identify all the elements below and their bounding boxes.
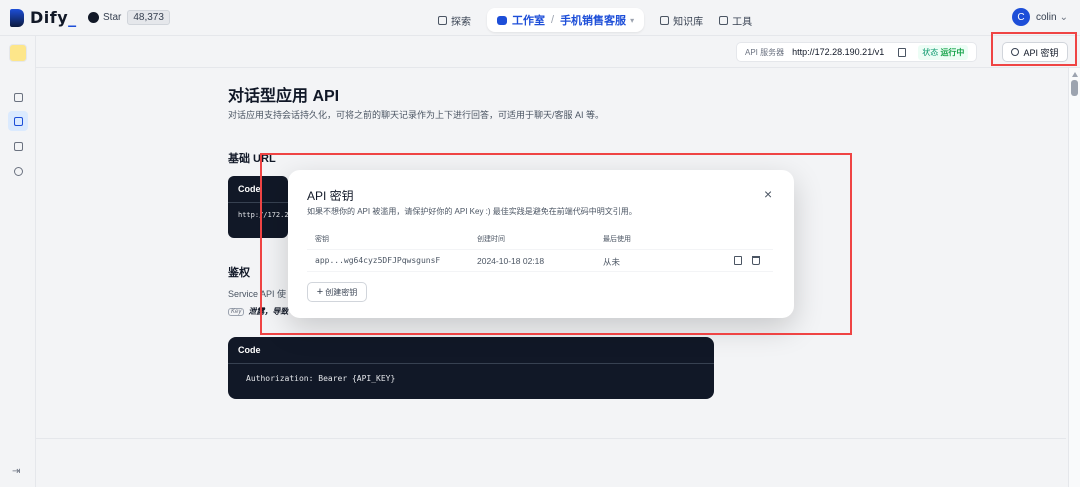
highlight-box-api-button [991, 32, 1077, 66]
scroll-up-icon[interactable] [1072, 72, 1078, 77]
brand-underscore: _ [68, 8, 77, 27]
nav-tools-label: 工具 [732, 16, 753, 28]
section-divider [36, 438, 1066, 439]
top-navigation-bar: Dify_ Star 48,373 探索 工作室 / 手机销售客服 ▾ 知识库 … [0, 0, 1080, 36]
api-subheader: API 服务器 http://172.28.190.21/v1 状态 运行中 A… [36, 36, 1080, 68]
nav-explore-label: 探索 [451, 16, 471, 28]
app-avatar-icon[interactable] [9, 44, 27, 62]
github-star-label: Star [103, 12, 122, 23]
status-badge: 状态 运行中 [918, 44, 969, 60]
nav-knowledge-label: 知识库 [673, 16, 704, 28]
user-menu[interactable]: C colin ⌄ [1012, 8, 1068, 26]
status-value: 运行中 [940, 47, 965, 57]
status-label: 状态 [922, 47, 939, 57]
highlight-box-modal [260, 153, 852, 335]
document-icon [13, 141, 23, 151]
nav-studio-label: 工作室 [512, 15, 545, 27]
knowledge-icon [660, 15, 670, 25]
explore-icon [438, 15, 447, 25]
page-title: 对话型应用 API [228, 88, 340, 105]
user-chevron-icon: ⌄ [1059, 11, 1068, 23]
avatar: C [1012, 8, 1030, 26]
collapse-sidebar-icon[interactable]: ⇥ [12, 466, 20, 477]
api-server-url: http://172.28.190.21/v1 [792, 47, 885, 57]
sidebar-item-api-access[interactable] [8, 111, 28, 131]
scroll-thumb[interactable] [1071, 80, 1078, 96]
nav-studio[interactable]: 工作室 / 手机销售客服 ▾ [487, 8, 645, 32]
github-star-button[interactable]: Star 48,373 [88, 10, 170, 25]
auth-code-block: Code Authorization: Bearer {API_KEY} [228, 337, 714, 399]
nav-knowledge[interactable]: 知识库 [652, 9, 711, 32]
robot-icon [497, 15, 507, 25]
github-icon [88, 12, 99, 23]
left-sidebar: ⇥ [0, 36, 36, 487]
api-server-label: API 服务器 [745, 47, 785, 57]
scrollbar[interactable] [1068, 68, 1080, 487]
brand-name: Dify [30, 8, 69, 27]
sidebar-item-orchestrate[interactable] [8, 87, 28, 107]
layout-icon [13, 92, 23, 102]
dify-logo[interactable]: Dify_ [10, 8, 77, 27]
monitor-icon [13, 166, 23, 176]
page-description: 对话应用支持会话持久化，可将之前的聊天记录作为上下进行回答，可适用于聊天/客服 … [228, 110, 605, 120]
sidebar-item-logs[interactable] [8, 136, 28, 156]
api-server-bar: API 服务器 http://172.28.190.21/v1 状态 运行中 [736, 42, 978, 62]
nav-tools[interactable]: 工具 [711, 9, 760, 32]
terminal-icon [13, 116, 23, 126]
copy-icon[interactable] [898, 47, 907, 57]
sidebar-item-overview[interactable] [8, 161, 28, 181]
nav-app-name[interactable]: 手机销售客服 [560, 12, 626, 28]
nav-separator: / [551, 14, 555, 26]
code-label: Code [228, 337, 714, 364]
auth-code[interactable]: Authorization: Bearer {API_KEY} [228, 364, 714, 393]
key-tag: Key [228, 307, 245, 316]
github-star-count: 48,373 [127, 10, 170, 25]
dify-logo-icon [10, 8, 24, 27]
chevron-down-icon[interactable]: ▾ [630, 16, 634, 25]
tools-icon [719, 15, 729, 25]
user-name: colin [1036, 11, 1057, 23]
main-nav: 探索 工作室 / 手机销售客服 ▾ 知识库 工具 [430, 8, 760, 32]
nav-explore[interactable]: 探索 [430, 9, 479, 32]
auth-heading: 鉴权 [228, 267, 250, 279]
